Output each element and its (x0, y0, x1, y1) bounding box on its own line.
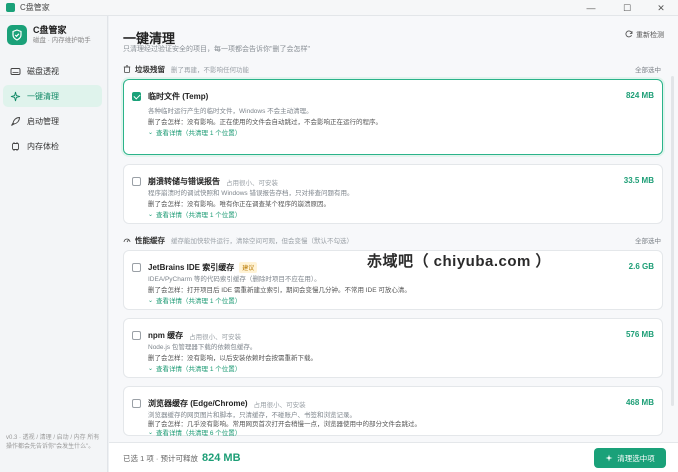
chevron-down-icon: ⌄ (148, 297, 154, 304)
rescan-button[interactable]: 重新检测 (625, 30, 664, 40)
section-desc: 缓存能加快软件运行，清除空间可观，但会变慢（默认不勾选） (171, 238, 353, 245)
clean-selected-button[interactable]: 清理选中项 (594, 448, 666, 468)
sidebar-item-disk[interactable]: 磁盘透视 (3, 60, 102, 82)
item-impact: 删了会怎样：没有影响。正在使用的文件会自动跳过，不会影响正在运行的程序。 (148, 119, 382, 126)
sidebar-nav: 磁盘透视 一键清理 启动管理 内存体检 (0, 60, 108, 160)
refresh-icon (625, 30, 633, 40)
view-details-link[interactable]: ⌄ 查看详情（共清理 6 个位置） (148, 427, 241, 438)
item-size: 576 MB (625, 330, 654, 339)
sidebar-item-label: 磁盘透视 (27, 66, 59, 76)
cleanup-item-npm[interactable]: npm 缓存 占用很小、可安装 576 MB Node.js 包管理器下载的依赖包… (123, 318, 663, 378)
item-title: JetBrains IDE 索引缓存 建议 (148, 262, 258, 273)
minimize-button[interactable]: — (576, 0, 606, 16)
chevron-down-icon: ⌄ (148, 365, 154, 372)
chip-icon (10, 141, 21, 152)
chevron-down-icon: ⌄ (148, 429, 154, 436)
disk-icon (10, 66, 21, 77)
item-checkbox[interactable] (132, 263, 141, 272)
cleanup-item-crashdump[interactable]: 崩溃转储与错误报告 占用很小、可安装 33.5 MB 程序崩溃时的调试快照和 Wi… (123, 164, 663, 224)
sparkle-icon (605, 454, 613, 462)
sidebar: C盘管家 磁盘 · 内存维护助手 磁盘透视 一键清理 启动管理 内存体检 v0.… (0, 16, 108, 472)
chevron-down-icon: ⌄ (148, 129, 154, 136)
section-title: 垃圾残留 (135, 64, 165, 74)
item-checkbox[interactable] (132, 331, 141, 340)
sidebar-item-startup[interactable]: 启动管理 (3, 110, 102, 132)
view-details-link[interactable]: ⌄ 查看详情（共清理 1 个位置） (148, 363, 241, 374)
item-impact: 删了会怎样：没有影响，以后安装依赖时会按需重新下载。 (148, 355, 317, 362)
sidebar-item-label: 内存体检 (27, 141, 59, 151)
item-title: 临时文件 (Temp) (148, 92, 209, 101)
item-description: 各种临时运行产生的临时文件，Windows 不会主动清理。 (148, 108, 313, 115)
item-impact: 删了会怎样：打开项目后 IDE 需重新建立索引，期间会变慢几分钟。不常用 IDE… (148, 287, 411, 294)
close-button[interactable]: ✕ (646, 0, 676, 16)
brand-name: C盘管家 (33, 25, 67, 35)
selection-summary: 已选 1 项 · 预计可释放 824 MB (123, 452, 241, 464)
trash-icon (123, 65, 131, 73)
item-checkbox[interactable] (132, 399, 141, 408)
sidebar-item-cleanup[interactable]: 一键清理 (3, 85, 102, 107)
select-all-link[interactable]: 全部选中 (635, 64, 661, 74)
app-icon (6, 3, 15, 12)
view-details-link[interactable]: ⌄ 查看详情（共清理 1 个位置） (148, 295, 241, 306)
item-tag: 占用很小、可安装 (189, 333, 242, 341)
item-description: IDEA/PyCharm 等的代码索引缓存（删除时项目不应在用）。 (148, 276, 321, 283)
item-size: 824 MB (625, 91, 654, 100)
window-title: C盘管家 (20, 3, 50, 12)
item-tag: 占用很小、可安装 (253, 401, 306, 409)
total-size: 824 MB (202, 452, 241, 464)
item-checkbox[interactable] (132, 177, 141, 186)
item-tag: 占用很小、可安装 (226, 179, 278, 187)
main-panel: 一键清理 只清理经过验证安全的项目，每一项都会告诉你"删了会怎样" 重新检测 垃… (109, 16, 678, 472)
item-title: 崩溃转储与错误报告 占用很小、可安装 (148, 177, 278, 187)
cleanup-item-temp[interactable]: 临时文件 (Temp) 824 MB 各种临时运行产生的临时文件，Windows… (123, 79, 663, 155)
section-cache-header: 性能缓存 缓存能加快软件运行，清除空间可观，但会变慢（默认不勾选） 全部选中 (123, 234, 663, 246)
item-impact: 删了会怎样：没有影响。唯有你正在调查某个程序的崩溃原因。 (148, 201, 330, 208)
sparkle-icon (10, 91, 21, 102)
sidebar-item-label: 一键清理 (27, 91, 59, 101)
brand: C盘管家 磁盘 · 内存维护助手 (7, 25, 91, 45)
bottom-bar: 已选 1 项 · 预计可释放 824 MB 清理选中项 (109, 442, 678, 472)
item-size: 2.6 GB (628, 262, 654, 271)
item-title: npm 缓存 占用很小、可安装 (148, 331, 242, 341)
gauge-icon (123, 236, 131, 244)
title-bar: C盘管家 — ☐ ✕ (0, 0, 678, 16)
section-junk-header: 垃圾残留 删了再建，不影响任何功能 全部选中 (123, 63, 663, 75)
rocket-icon (10, 116, 21, 127)
page-subtitle: 只清理经过验证安全的项目，每一项都会告诉你"删了会怎样" (123, 46, 310, 53)
section-desc: 删了再建，不影响任何功能 (171, 67, 249, 74)
maximize-button[interactable]: ☐ (612, 0, 642, 16)
sidebar-item-label: 启动管理 (27, 116, 59, 126)
view-details-link[interactable]: ⌄ 查看详情（共清理 1 个位置） (148, 209, 241, 220)
rescan-label: 重新检测 (636, 32, 664, 39)
item-size: 33.5 MB (623, 176, 654, 185)
item-description: 程序崩溃时的调试快照和 Windows 错误报告存档，只对排查问题有用。 (148, 190, 354, 197)
cleanup-item-browser[interactable]: 浏览器缓存 (Edge/Chrome) 占用很小、可安装 468 MB 浏览器缓存… (123, 386, 663, 438)
select-all-link[interactable]: 全部选中 (635, 235, 661, 245)
watermark: 赤域吧（ chiyuba.com ） (367, 253, 552, 270)
item-checkbox[interactable] (132, 92, 141, 101)
item-title: 浏览器缓存 (Edge/Chrome) 占用很小、可安装 (148, 399, 306, 409)
brand-subtitle: 磁盘 · 内存维护助手 (33, 37, 91, 44)
shield-check-icon (7, 25, 27, 45)
scrollbar[interactable] (671, 76, 674, 406)
sidebar-footer-note: v0.3 · 透视 / 清理 / 启动 / 内存 所有操作都会先告诉你"会发生什… (6, 435, 100, 450)
recommend-badge: 建议 (239, 262, 258, 273)
item-size: 468 MB (625, 398, 654, 407)
sidebar-item-memory[interactable]: 内存体检 (3, 135, 102, 157)
section-title: 性能缓存 (135, 235, 165, 245)
chevron-down-icon: ⌄ (148, 211, 154, 218)
item-description: Node.js 包管理器下载的依赖包缓存。 (148, 344, 257, 351)
view-details-link[interactable]: ⌄ 查看详情（共清理 1 个位置） (148, 127, 241, 138)
